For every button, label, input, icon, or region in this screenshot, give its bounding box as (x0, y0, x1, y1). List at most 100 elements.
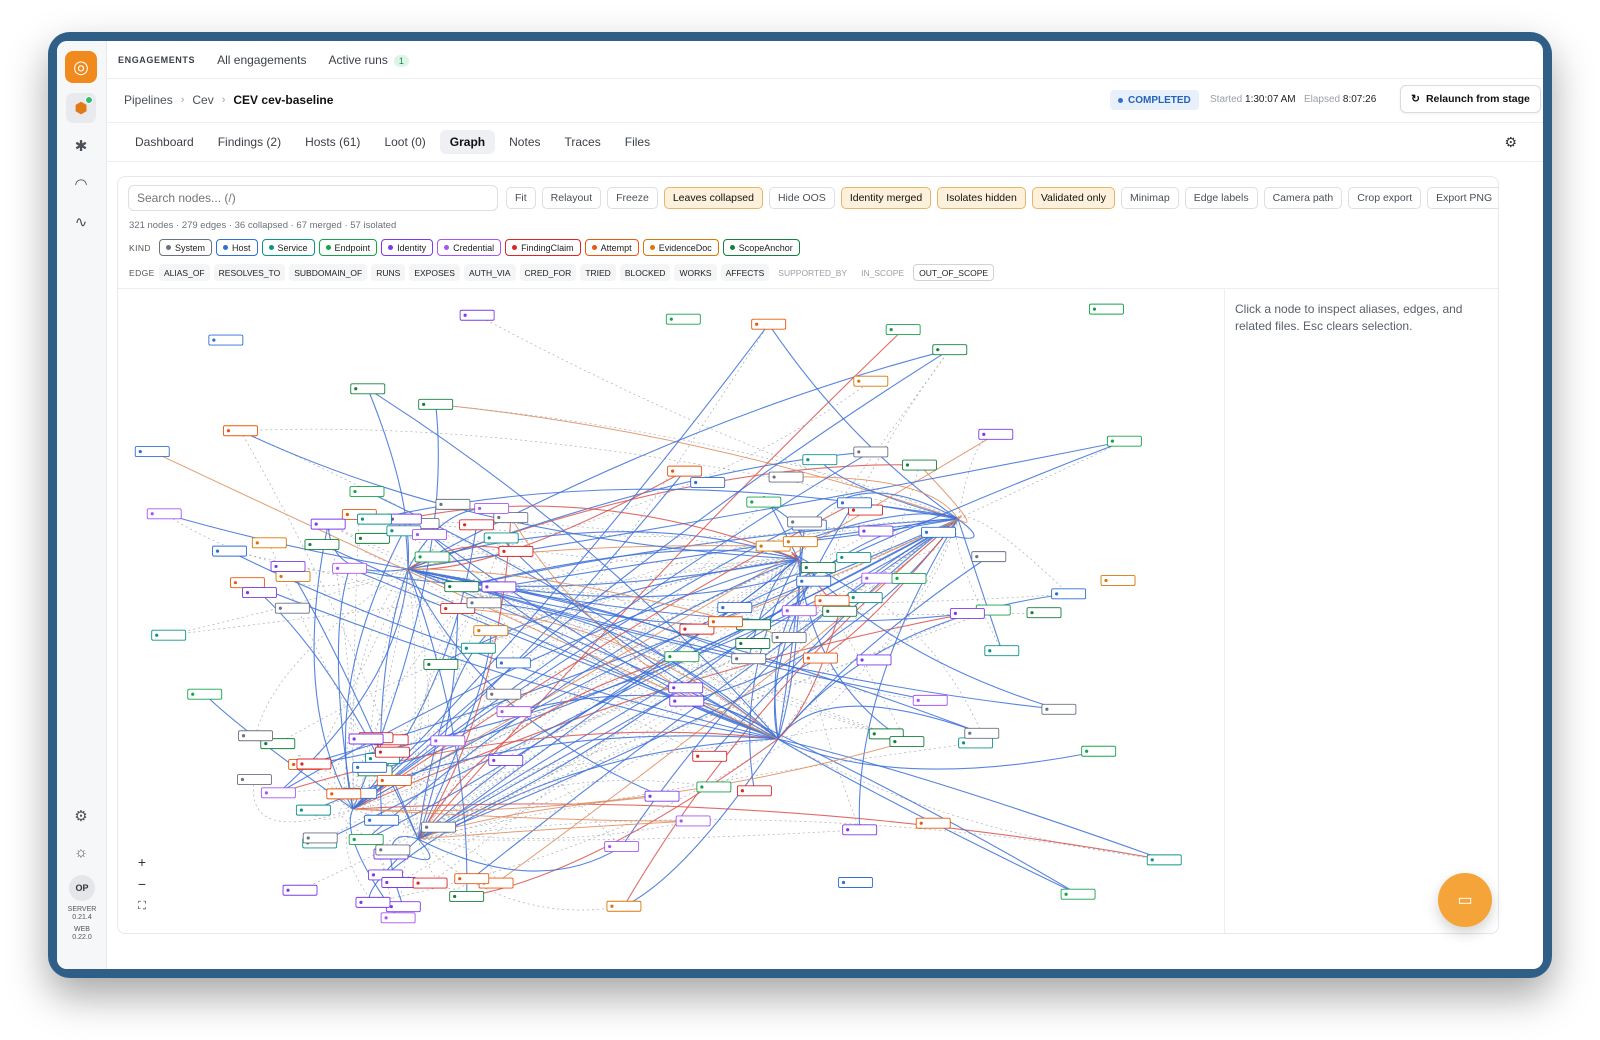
graph-node[interactable] (1026, 607, 1062, 619)
graph-node[interactable] (885, 324, 921, 336)
graph-node[interactable] (444, 581, 480, 593)
graph-node[interactable] (474, 502, 510, 514)
edge-chip-tried[interactable]: TRIED (580, 264, 616, 281)
graph-node[interactable] (223, 425, 258, 437)
graph-node[interactable] (861, 572, 897, 584)
graph-node[interactable] (814, 595, 850, 607)
tool-isolates-hidden-button[interactable]: Isolates hidden (937, 187, 1026, 209)
graph-node[interactable] (486, 688, 522, 700)
graph-node[interactable] (842, 824, 878, 836)
kind-chip-service[interactable]: Service (261, 239, 315, 256)
graph-node[interactable] (459, 519, 495, 531)
edge-chip-alias-of[interactable]: ALIAS_OF (159, 264, 210, 281)
graph-node[interactable] (418, 398, 454, 410)
graph-node[interactable] (386, 513, 422, 525)
tool-hide-oos-button[interactable]: Hide OOS (768, 187, 835, 209)
theme-icon[interactable]: ☼ (66, 837, 96, 867)
graph-node[interactable] (376, 775, 412, 786)
graph-node[interactable] (275, 570, 311, 582)
graph-node[interactable] (364, 814, 400, 826)
graph-node[interactable] (414, 551, 450, 563)
kind-chip-endpoint[interactable]: Endpoint (318, 239, 378, 256)
graph-node[interactable] (781, 605, 817, 617)
graph-node[interactable] (902, 459, 937, 471)
graph-node[interactable] (692, 750, 728, 762)
graph-node[interactable] (949, 607, 985, 619)
graph-node[interactable] (768, 471, 804, 483)
tool-fit-button[interactable]: Fit (506, 187, 536, 209)
kind-chip-evidencedoc[interactable]: EvidenceDoc (642, 239, 719, 256)
kind-chip-identity[interactable]: Identity (381, 239, 434, 256)
graph-node[interactable] (822, 605, 858, 617)
tab-notes[interactable]: Notes (499, 130, 550, 154)
graph-node[interactable] (238, 730, 274, 742)
graph-node[interactable] (837, 497, 872, 509)
graph-node[interactable] (242, 587, 277, 599)
edge-chip-resolves-to[interactable]: RESOLVES_TO (213, 264, 286, 281)
graph-node[interactable] (958, 737, 994, 749)
graph-node[interactable] (707, 616, 743, 628)
kind-chip-findingclaim[interactable]: FindingClaim (505, 239, 581, 256)
gear-icon[interactable]: ⚙ (1504, 134, 1517, 151)
graph-canvas[interactable]: + − ⛶ (118, 288, 1224, 933)
graph-node[interactable] (430, 735, 466, 747)
graph-node[interactable] (449, 891, 485, 902)
graph-node[interactable] (385, 901, 421, 913)
graph-node[interactable] (355, 896, 391, 908)
graph-node[interactable] (260, 787, 296, 799)
graph-node[interactable] (736, 785, 772, 797)
tab-findings[interactable]: Findings (2) (208, 130, 291, 154)
graph-node[interactable] (782, 536, 818, 548)
breadcrumb-cev[interactable]: Cev (192, 93, 213, 107)
radar-logo-icon[interactable]: ◎ (65, 51, 97, 83)
kind-chip-host[interactable]: Host (216, 239, 258, 256)
graph-node[interactable] (460, 642, 496, 654)
graph-node[interactable] (348, 733, 384, 745)
kind-chip-scopeanchor[interactable]: ScopeAnchor (722, 239, 800, 256)
tab-graph[interactable]: Graph (439, 130, 496, 154)
graph-node[interactable] (717, 602, 753, 614)
search-input[interactable] (128, 185, 498, 211)
graph-node[interactable] (354, 532, 390, 544)
zoom-in-button[interactable]: + (132, 853, 152, 871)
active-runs-link[interactable]: Active runs 1 (329, 53, 409, 67)
tool-edge-labels-button[interactable]: Edge labels (1184, 187, 1258, 209)
settings-icon[interactable]: ⚙ (66, 801, 96, 831)
graph-node[interactable] (847, 592, 883, 604)
graph-node[interactable] (796, 575, 832, 587)
graph-node[interactable] (352, 761, 388, 773)
graph-node[interactable] (349, 486, 385, 497)
graph-node[interactable] (853, 375, 889, 387)
graph-node[interactable] (891, 572, 927, 584)
graph-node[interactable] (146, 508, 182, 520)
graph-node[interactable] (971, 551, 1007, 563)
graph-node[interactable] (802, 454, 838, 466)
tool-relayout-button[interactable]: Relayout (541, 187, 602, 209)
graph-node[interactable] (332, 562, 368, 574)
graph-node[interactable] (454, 873, 490, 885)
graph-node[interactable] (915, 817, 951, 829)
graph-node[interactable] (690, 477, 726, 488)
graph-node[interactable] (731, 653, 767, 665)
graph-node[interactable] (668, 682, 704, 694)
graph-node[interactable] (664, 651, 700, 663)
edge-chip-in-scope[interactable]: IN_SCOPE (856, 264, 909, 281)
edge-chip-blocked[interactable]: BLOCKED (619, 264, 671, 281)
edge-chip-subdomain-of[interactable]: SUBDOMAIN_OF (289, 264, 368, 281)
graph-node[interactable] (838, 877, 873, 888)
edge-chip-out-of-scope[interactable]: OUT_OF_SCOPE (913, 264, 995, 281)
tool-minimap-button[interactable]: Minimap (1121, 187, 1179, 209)
tab-dashboard[interactable]: Dashboard (125, 130, 204, 154)
edge-chip-affects[interactable]: AFFECTS (720, 264, 770, 281)
graph-node[interactable] (1051, 588, 1087, 600)
graph-node[interactable] (644, 790, 680, 802)
graph-node[interactable] (1146, 854, 1182, 866)
graph-node[interactable] (802, 652, 838, 664)
graph-node[interactable] (1041, 703, 1077, 715)
graph-node[interactable] (604, 841, 640, 853)
graph-node[interactable] (696, 781, 732, 793)
graph-node[interactable] (493, 512, 529, 523)
graph-node[interactable] (302, 832, 338, 844)
graph-node[interactable] (1100, 574, 1136, 586)
graph-node[interactable] (375, 844, 411, 856)
